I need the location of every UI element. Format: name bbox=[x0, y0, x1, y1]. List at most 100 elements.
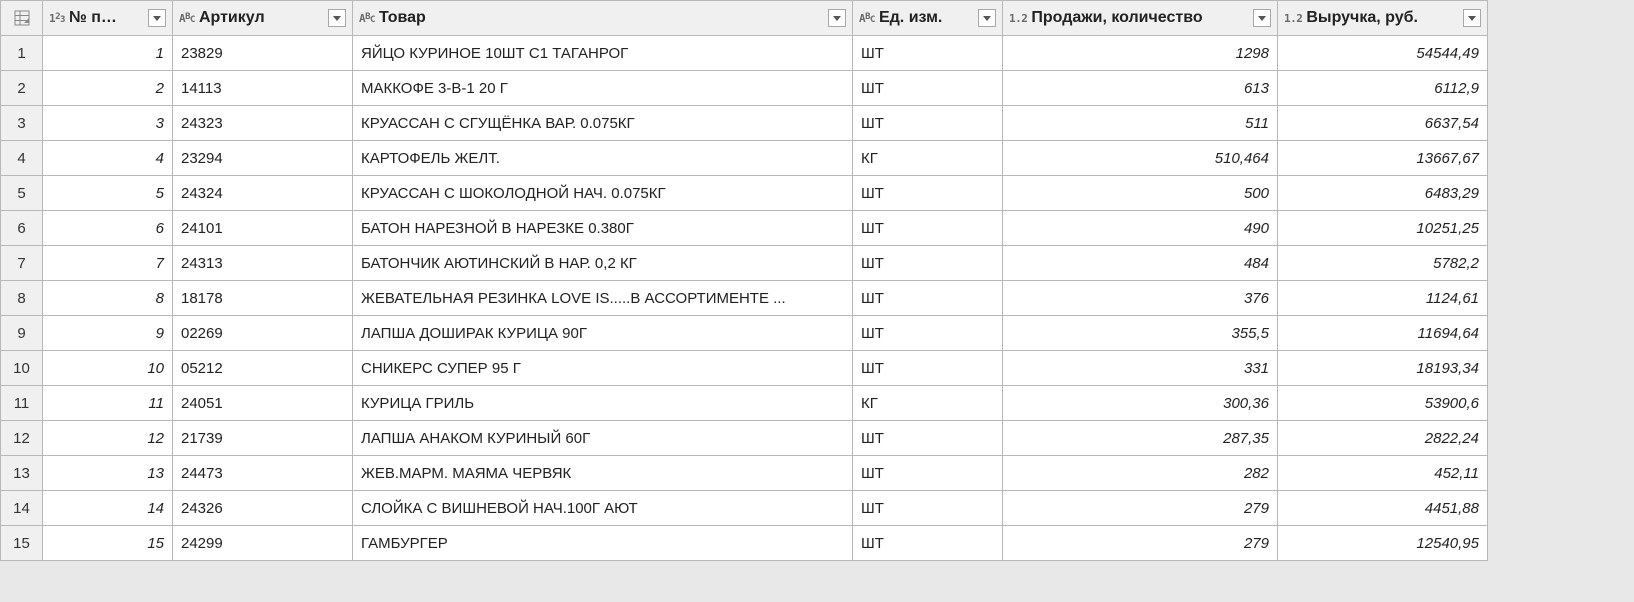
select-all-header[interactable] bbox=[1, 1, 43, 36]
cell-art[interactable]: 24101 bbox=[173, 211, 353, 246]
cell-product[interactable]: КРУАССАН С ШОКОЛОДНОЙ НАЧ. 0.075КГ bbox=[353, 176, 853, 211]
table-row[interactable]: 6624101БАТОН НАРЕЗНОЙ В НАРЕЗКЕ 0.380ГШТ… bbox=[1, 211, 1488, 246]
cell-rev[interactable]: 54544,49 bbox=[1278, 36, 1488, 71]
filter-button[interactable] bbox=[1253, 9, 1271, 27]
row-number-header[interactable]: 10 bbox=[1, 351, 43, 386]
cell-art[interactable]: 05212 bbox=[173, 351, 353, 386]
cell-num[interactable]: 13 bbox=[43, 456, 173, 491]
column-header-qty[interactable]: 1.2 Продажи, количество bbox=[1003, 1, 1278, 36]
cell-art[interactable]: 23294 bbox=[173, 141, 353, 176]
cell-product[interactable]: БАТОН НАРЕЗНОЙ В НАРЕЗКЕ 0.380Г bbox=[353, 211, 853, 246]
cell-product[interactable]: СЛОЙКА С ВИШНЕВОЙ НАЧ.100Г АЮТ bbox=[353, 491, 853, 526]
filter-button[interactable] bbox=[1463, 9, 1481, 27]
cell-num[interactable]: 4 bbox=[43, 141, 173, 176]
row-number-header[interactable]: 3 bbox=[1, 106, 43, 141]
table-row[interactable]: 9902269ЛАПША ДОШИРАК КУРИЦА 90ГШТ355,511… bbox=[1, 316, 1488, 351]
cell-art[interactable]: 24326 bbox=[173, 491, 353, 526]
row-number-header[interactable]: 1 bbox=[1, 36, 43, 71]
cell-qty[interactable]: 484 bbox=[1003, 246, 1278, 281]
cell-product[interactable]: ЖЕВАТЕЛЬНАЯ РЕЗИНКА LOVE IS.....В АССОРТ… bbox=[353, 281, 853, 316]
cell-rev[interactable]: 6483,29 bbox=[1278, 176, 1488, 211]
cell-num[interactable]: 6 bbox=[43, 211, 173, 246]
cell-unit[interactable]: ШТ bbox=[853, 526, 1003, 561]
filter-button[interactable] bbox=[828, 9, 846, 27]
column-header-unit[interactable]: ABC Ед. изм. bbox=[853, 1, 1003, 36]
cell-qty[interactable]: 511 bbox=[1003, 106, 1278, 141]
cell-rev[interactable]: 13667,67 bbox=[1278, 141, 1488, 176]
table-row[interactable]: 2214113МАККОФЕ 3-В-1 20 ГШТ6136112,9 bbox=[1, 71, 1488, 106]
row-number-header[interactable]: 8 bbox=[1, 281, 43, 316]
row-number-header[interactable]: 4 bbox=[1, 141, 43, 176]
cell-rev[interactable]: 53900,6 bbox=[1278, 386, 1488, 421]
cell-unit[interactable]: ШТ bbox=[853, 281, 1003, 316]
table-row[interactable]: 151524299ГАМБУРГЕРШТ27912540,95 bbox=[1, 526, 1488, 561]
cell-product[interactable]: ЛАПША АНАКОМ КУРИНЫЙ 60Г bbox=[353, 421, 853, 456]
table-row[interactable]: 8818178ЖЕВАТЕЛЬНАЯ РЕЗИНКА LOVE IS.....В… bbox=[1, 281, 1488, 316]
cell-art[interactable]: 14113 bbox=[173, 71, 353, 106]
cell-qty[interactable]: 300,36 bbox=[1003, 386, 1278, 421]
row-number-header[interactable]: 6 bbox=[1, 211, 43, 246]
cell-qty[interactable]: 490 bbox=[1003, 211, 1278, 246]
cell-rev[interactable]: 1124,61 bbox=[1278, 281, 1488, 316]
cell-num[interactable]: 14 bbox=[43, 491, 173, 526]
cell-qty[interactable]: 613 bbox=[1003, 71, 1278, 106]
cell-rev[interactable]: 18193,34 bbox=[1278, 351, 1488, 386]
cell-qty[interactable]: 1298 bbox=[1003, 36, 1278, 71]
table-row[interactable]: 7724313БАТОНЧИК АЮТИНСКИЙ В НАР. 0,2 КГШ… bbox=[1, 246, 1488, 281]
row-number-header[interactable]: 15 bbox=[1, 526, 43, 561]
cell-art[interactable]: 23829 bbox=[173, 36, 353, 71]
filter-button[interactable] bbox=[148, 9, 166, 27]
table-row[interactable]: 111124051КУРИЦА ГРИЛЬКГ300,3653900,6 bbox=[1, 386, 1488, 421]
cell-qty[interactable]: 287,35 bbox=[1003, 421, 1278, 456]
cell-rev[interactable]: 10251,25 bbox=[1278, 211, 1488, 246]
cell-art[interactable]: 24324 bbox=[173, 176, 353, 211]
table-row[interactable]: 131324473ЖЕВ.МАРМ. МАЯМА ЧЕРВЯКШТ282452,… bbox=[1, 456, 1488, 491]
cell-unit[interactable]: КГ bbox=[853, 141, 1003, 176]
cell-unit[interactable]: ШТ bbox=[853, 246, 1003, 281]
row-number-header[interactable]: 7 bbox=[1, 246, 43, 281]
cell-art[interactable]: 24473 bbox=[173, 456, 353, 491]
cell-art[interactable]: 24299 bbox=[173, 526, 353, 561]
cell-num[interactable]: 12 bbox=[43, 421, 173, 456]
cell-unit[interactable]: ШТ bbox=[853, 176, 1003, 211]
cell-qty[interactable]: 500 bbox=[1003, 176, 1278, 211]
cell-num[interactable]: 8 bbox=[43, 281, 173, 316]
row-number-header[interactable]: 13 bbox=[1, 456, 43, 491]
cell-rev[interactable]: 2822,24 bbox=[1278, 421, 1488, 456]
row-number-header[interactable]: 2 bbox=[1, 71, 43, 106]
column-header-product[interactable]: ABC Товар bbox=[353, 1, 853, 36]
cell-qty[interactable]: 279 bbox=[1003, 491, 1278, 526]
cell-product[interactable]: БАТОНЧИК АЮТИНСКИЙ В НАР. 0,2 КГ bbox=[353, 246, 853, 281]
cell-art[interactable]: 21739 bbox=[173, 421, 353, 456]
cell-art[interactable]: 02269 bbox=[173, 316, 353, 351]
cell-product[interactable]: КРУАССАН С СГУЩЁНКА ВАР. 0.075КГ bbox=[353, 106, 853, 141]
cell-num[interactable]: 11 bbox=[43, 386, 173, 421]
table-row[interactable]: 4423294КАРТОФЕЛЬ ЖЕЛТ.КГ510,46413667,67 bbox=[1, 141, 1488, 176]
table-row[interactable]: 3324323КРУАССАН С СГУЩЁНКА ВАР. 0.075КГШ… bbox=[1, 106, 1488, 141]
cell-unit[interactable]: ШТ bbox=[853, 421, 1003, 456]
cell-rev[interactable]: 12540,95 bbox=[1278, 526, 1488, 561]
cell-rev[interactable]: 6112,9 bbox=[1278, 71, 1488, 106]
cell-product[interactable]: КУРИЦА ГРИЛЬ bbox=[353, 386, 853, 421]
cell-rev[interactable]: 11694,64 bbox=[1278, 316, 1488, 351]
cell-rev[interactable]: 452,11 bbox=[1278, 456, 1488, 491]
cell-unit[interactable]: КГ bbox=[853, 386, 1003, 421]
cell-unit[interactable]: ШТ bbox=[853, 316, 1003, 351]
cell-qty[interactable]: 331 bbox=[1003, 351, 1278, 386]
row-number-header[interactable]: 12 bbox=[1, 421, 43, 456]
cell-unit[interactable]: ШТ bbox=[853, 491, 1003, 526]
cell-unit[interactable]: ШТ bbox=[853, 456, 1003, 491]
cell-qty[interactable]: 355,5 bbox=[1003, 316, 1278, 351]
cell-num[interactable]: 1 bbox=[43, 36, 173, 71]
cell-qty[interactable]: 376 bbox=[1003, 281, 1278, 316]
cell-product[interactable]: МАККОФЕ 3-В-1 20 Г bbox=[353, 71, 853, 106]
cell-product[interactable]: СНИКЕРС СУПЕР 95 Г bbox=[353, 351, 853, 386]
cell-qty[interactable]: 282 bbox=[1003, 456, 1278, 491]
column-header-art[interactable]: ABC Артикул bbox=[173, 1, 353, 36]
cell-product[interactable]: КАРТОФЕЛЬ ЖЕЛТ. bbox=[353, 141, 853, 176]
cell-art[interactable]: 24051 bbox=[173, 386, 353, 421]
cell-qty[interactable]: 510,464 bbox=[1003, 141, 1278, 176]
row-number-header[interactable]: 11 bbox=[1, 386, 43, 421]
cell-product[interactable]: ЖЕВ.МАРМ. МАЯМА ЧЕРВЯК bbox=[353, 456, 853, 491]
cell-product[interactable]: ЯЙЦО КУРИНОЕ 10ШТ С1 ТАГАНРОГ bbox=[353, 36, 853, 71]
